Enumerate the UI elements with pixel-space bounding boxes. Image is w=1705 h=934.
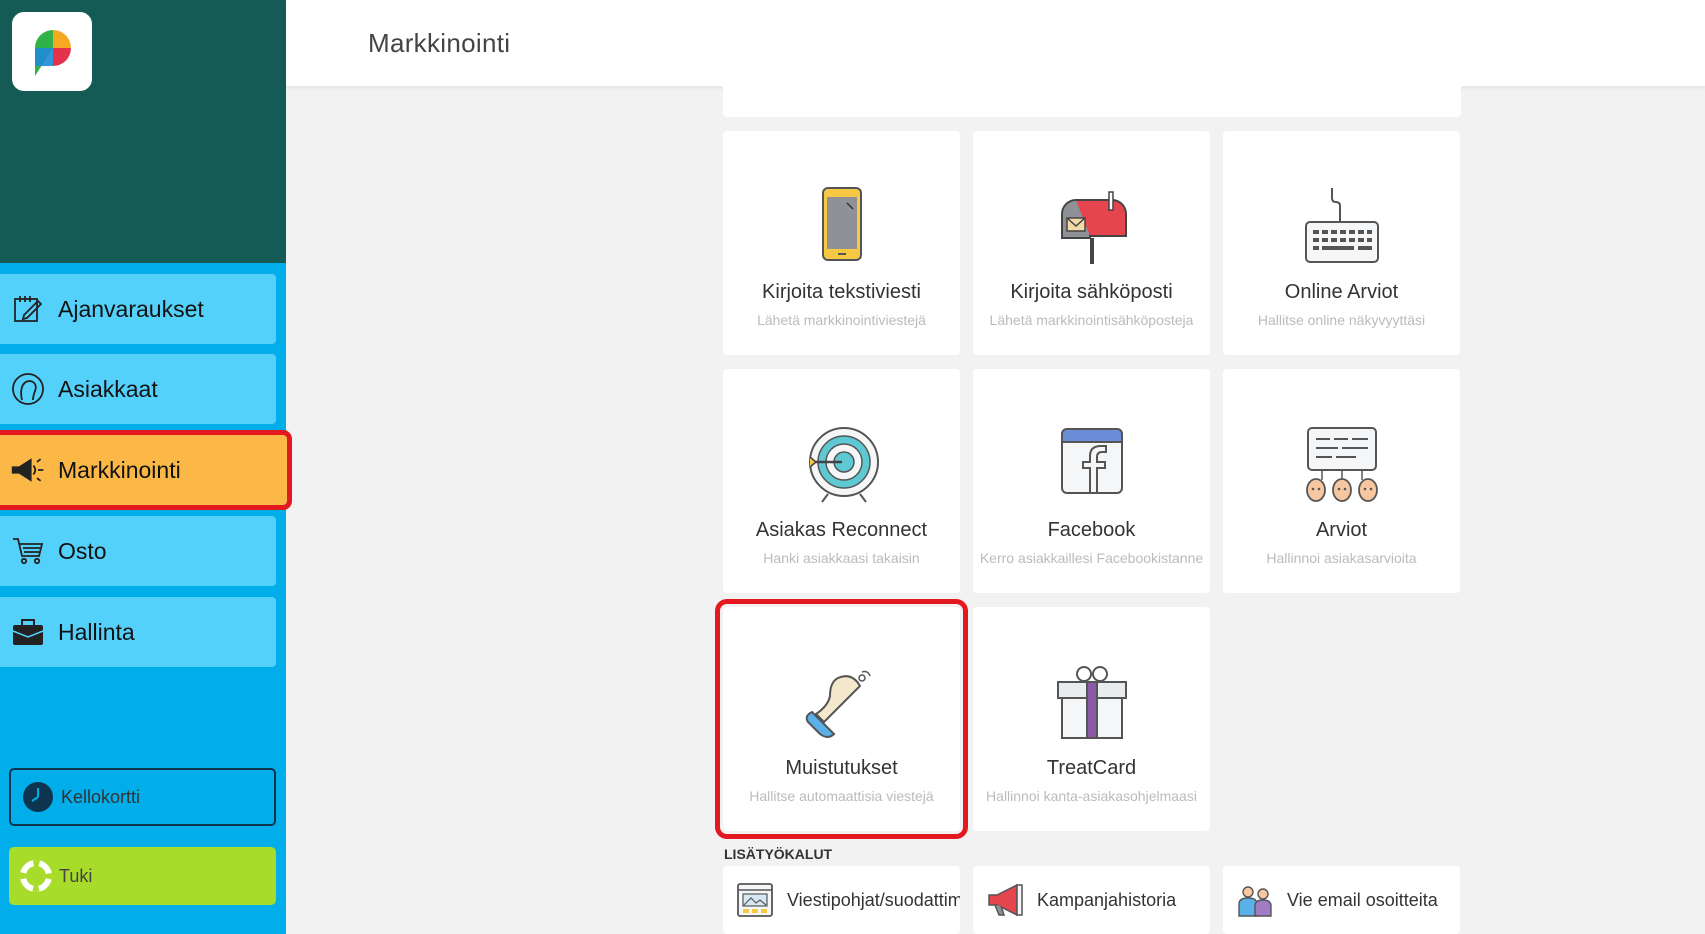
card-title: Arviot — [1315, 519, 1368, 541]
sidebar-item-label: Asiakkaat — [58, 375, 158, 402]
sidebar-item-osto[interactable]: Osto — [0, 516, 276, 586]
card-subtitle: Hallinnoi asiakasarvioita — [1266, 550, 1417, 566]
tuki-button[interactable]: Tuki — [9, 847, 276, 905]
megaphone-icon — [985, 880, 1025, 920]
top-header: Markkinointi — [286, 0, 1705, 86]
card-title: Facebook — [1047, 519, 1136, 541]
card-title: TreatCard — [1046, 757, 1137, 779]
card-title: Asiakas Reconnect — [755, 519, 928, 541]
tool-viestipohjat[interactable]: Viestipohjat/suodattimet — [723, 866, 960, 934]
gift-icon — [973, 662, 1210, 742]
app-logo[interactable] — [12, 12, 92, 91]
card-arviot[interactable]: Arviot Hallinnoi asiakasarvioita — [1223, 369, 1460, 593]
megaphone-icon — [10, 452, 46, 488]
sidebar-item-asiakkaat[interactable]: Asiakkaat — [0, 354, 276, 424]
tool-label: Kampanjahistoria — [1037, 889, 1177, 910]
card-treatcard[interactable]: TreatCard Hallinnoi kanta-asiakasohjelma… — [973, 607, 1210, 831]
lifebuoy-icon — [19, 859, 53, 893]
card-title: Kirjoita sähköposti — [1010, 281, 1173, 303]
tool-label: Vie email osoitteita — [1287, 889, 1438, 910]
calendar-edit-icon — [10, 291, 46, 327]
tuki-label: Tuki — [59, 865, 93, 886]
card-row-partial — [723, 86, 1461, 117]
bell-icon — [723, 662, 960, 742]
page-title: Markkinointi — [368, 28, 511, 58]
customer-head-icon — [10, 371, 46, 407]
card-kirjoita-tekstiviesti[interactable]: Kirjoita tekstiviesti Lähetä markkinoint… — [723, 131, 960, 355]
card-subtitle: Hanki asiakkaasi takaisin — [763, 550, 920, 566]
card-asiakas-reconnect[interactable]: Asiakas Reconnect Hanki asiakkaasi takai… — [723, 369, 960, 593]
card-subtitle: Hallinnoi kanta-asiakasohjelmaasi — [986, 788, 1197, 804]
target-icon — [723, 424, 960, 504]
tool-vie-email[interactable]: Vie email osoitteita — [1223, 866, 1460, 934]
sidebar-header — [0, 0, 286, 263]
kellokortti-button[interactable]: Kellokortti — [9, 768, 276, 826]
card-subtitle: Lähetä markkinointisähköposteja — [989, 312, 1194, 328]
sidebar-item-ajanvaraukset[interactable]: Ajanvaraukset — [0, 274, 276, 344]
card-facebook[interactable]: Facebook Kerro asiakkaillesi Facebookist… — [973, 369, 1210, 593]
tools-heading: LISÄTYÖKALUT — [724, 846, 833, 862]
sidebar-item-markkinointi[interactable]: Markkinointi — [0, 430, 292, 510]
people-icon — [1235, 880, 1275, 920]
card-subtitle: Hallitse online näkyvyyttäsi — [1257, 312, 1426, 328]
card-title: Muistutukset — [785, 757, 898, 779]
facebook-icon — [973, 424, 1210, 504]
briefcase-icon — [10, 614, 46, 650]
sidebar-item-label: Markkinointi — [58, 456, 181, 483]
card-muistutukset[interactable]: Muistutukset Hallitse automaattisia vies… — [715, 599, 968, 839]
cart-icon — [10, 533, 46, 569]
sidebar-item-label: Osto — [58, 537, 107, 564]
card-online-arviot[interactable]: Online Arviot Hallitse online näkyvyyttä… — [1223, 131, 1460, 355]
card-kirjoita-sahkoposti[interactable]: Kirjoita sähköposti Lähetä markkinointis… — [973, 131, 1210, 355]
card-subtitle: Hallitse automaattisia viestejä — [749, 788, 934, 804]
card-subtitle: Lähetä markkinointiviestejä — [757, 312, 926, 328]
sidebar: Ajanvaraukset Asiakkaat Markkinointi Ost… — [0, 0, 292, 934]
card-title: Online Arviot — [1284, 281, 1399, 303]
sidebar-item-label: Hallinta — [58, 618, 135, 645]
card-subtitle: Kerro asiakkaillesi Facebookistanne — [979, 550, 1204, 566]
clock-icon — [21, 780, 55, 814]
tool-kampanjahistoria[interactable]: Kampanjahistoria — [973, 866, 1210, 934]
keyboard-icon — [1223, 186, 1460, 266]
card-title: Kirjoita tekstiviesti — [762, 281, 921, 303]
phone-icon — [723, 186, 960, 266]
sidebar-item-label: Ajanvaraukset — [58, 295, 204, 322]
reviews-icon — [1223, 424, 1460, 504]
template-icon — [735, 880, 775, 920]
mailbox-icon — [973, 186, 1210, 266]
tool-label: Viestipohjat/suodattimet — [787, 889, 960, 910]
sidebar-item-hallinta[interactable]: Hallinta — [0, 597, 276, 667]
kellokortti-label: Kellokortti — [61, 786, 141, 807]
